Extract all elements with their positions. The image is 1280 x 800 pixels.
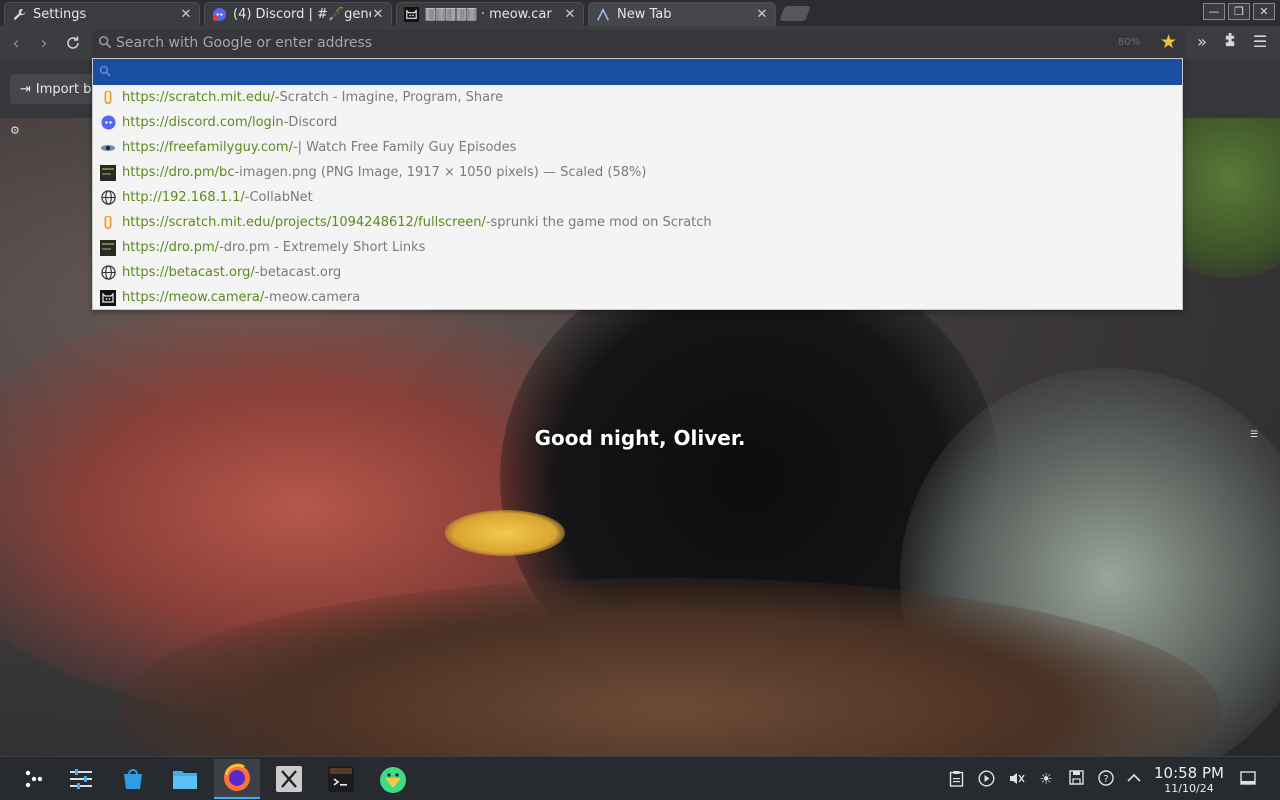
clock-date[interactable]: 11/10/24 <box>1152 782 1226 795</box>
tab-new-tab[interactable]: New Tab ✕ <box>588 2 776 26</box>
suggestion-row[interactable]: https://freefamilyguy.com/ - | Watch Fre… <box>93 135 1182 160</box>
tab-meow-camera[interactable]: 🀫🀫🀫🀫🀫 · meow.car ✕ <box>396 2 584 26</box>
minimize-icon[interactable]: — <box>1203 3 1225 20</box>
extensions-icon[interactable] <box>1220 32 1240 51</box>
terminal-icon[interactable] <box>318 759 364 799</box>
suggestion-row[interactable]: https://meow.camera/ - meow.camera <box>93 285 1182 310</box>
import-label: Import b <box>35 81 92 97</box>
app-launcher-icon[interactable] <box>10 759 56 799</box>
suggestion-url: https://betacast.org/ <box>122 265 255 280</box>
suggestion-row[interactable]: https://scratch.mit.edu/projects/1094248… <box>93 210 1182 235</box>
suggestion-url: https://scratch.mit.edu/projects/1094248… <box>122 215 486 230</box>
suggestion-url: https://scratch.mit.edu/ <box>122 90 275 105</box>
scratch-icon <box>100 215 116 231</box>
camera-menu-icon[interactable]: ☰ <box>1250 430 1258 440</box>
image-thumb-icon <box>100 239 116 256</box>
familyguy-icon <box>100 140 116 156</box>
overflow-chevron-icon[interactable]: » <box>1192 32 1212 51</box>
suggestion-url: https://dro.pm/ <box>122 240 220 255</box>
menu-icon[interactable]: ☰ <box>1250 32 1270 51</box>
photo-toy <box>445 510 565 556</box>
suggestion-title: betacast.org <box>259 265 342 280</box>
close-icon[interactable]: ✕ <box>755 7 769 22</box>
import-icon: ⇥ <box>20 81 31 97</box>
taskbar: ☀ ? 10:58 PM 11/10/24 <box>0 756 1280 800</box>
close-icon[interactable]: ✕ <box>371 7 385 22</box>
save-icon[interactable] <box>1066 770 1086 789</box>
search-icon <box>99 65 111 81</box>
meow-camera-icon <box>100 289 116 306</box>
back-icon[interactable]: ‹ <box>4 31 28 55</box>
close-icon[interactable]: ✕ <box>179 7 193 22</box>
scratch-icon <box>100 90 116 106</box>
brightness-icon[interactable]: ☀ <box>1036 770 1056 788</box>
discover-store-icon[interactable] <box>110 759 156 799</box>
new-tab-icon <box>595 7 611 23</box>
tray-expand-icon[interactable] <box>1124 770 1144 790</box>
android-app-icon[interactable] <box>370 759 416 799</box>
wrench-icon <box>11 7 27 23</box>
firefox-icon[interactable] <box>214 759 260 799</box>
clipboard-icon[interactable] <box>946 770 966 791</box>
search-icon <box>98 35 112 53</box>
page-message: Good night, Oliver. <box>534 426 746 450</box>
zoom-level[interactable]: 80% <box>1118 37 1140 48</box>
system-settings-icon[interactable] <box>58 759 104 799</box>
tab-discord[interactable]: (4) Discord | #🖋️gene ✕ <box>204 2 392 26</box>
tab-title: Settings <box>33 7 87 22</box>
suggestion-search-row[interactable] <box>93 59 1182 85</box>
suggestion-title: | Watch Free Family Guy Episodes <box>297 140 517 155</box>
new-tab-button[interactable] <box>779 6 811 21</box>
suggestion-title: CollabNet <box>249 190 313 205</box>
tab-title: New Tab <box>617 7 672 22</box>
volume-muted-icon[interactable] <box>1006 770 1026 791</box>
camera-settings-icon[interactable]: ⚙ <box>10 124 20 137</box>
show-desktop-icon[interactable] <box>1238 770 1258 790</box>
suggestion-url: https://dro.pm/bc <box>122 165 235 180</box>
media-player-icon[interactable] <box>976 770 996 791</box>
svg-text:?: ? <box>1103 774 1108 785</box>
suggestion-row[interactable]: https://dro.pm/bc - imagen.png (PNG Imag… <box>93 160 1182 185</box>
suggestion-title: dro.pm - Extremely Short Links <box>223 240 426 255</box>
address-input[interactable] <box>116 33 1096 53</box>
suggestion-row[interactable]: http://192.168.1.1/ - CollabNet <box>93 185 1182 210</box>
help-icon[interactable]: ? <box>1096 770 1116 790</box>
suggestion-url: https://meow.camera/ <box>122 290 265 305</box>
x-app-icon[interactable] <box>266 759 312 799</box>
file-manager-icon[interactable] <box>162 759 208 799</box>
suggestion-row[interactable]: https://dro.pm/ - dro.pm - Extremely Sho… <box>93 235 1182 260</box>
suggestion-title: imagen.png (PNG Image, 1917 × 1050 pixel… <box>239 165 647 180</box>
meow-camera-icon <box>403 7 419 23</box>
discord-icon <box>100 115 116 131</box>
close-icon[interactable]: ✕ <box>563 7 577 22</box>
bookmark-star-icon[interactable]: ★ <box>1160 31 1177 53</box>
navigation-toolbar: ‹ › <box>0 26 1280 60</box>
tab-title: (4) Discord | #🖋️gene <box>233 7 371 22</box>
tab-strip: Settings ✕ (4) Discord | #🖋️gene ✕ 🀫🀫🀫🀫🀫… <box>0 0 1280 26</box>
suggestion-title: meow.camera <box>268 290 361 305</box>
window-close-icon[interactable]: ✕ <box>1253 3 1275 20</box>
suggestion-url: https://freefamilyguy.com/ <box>122 140 293 155</box>
suggestion-row[interactable]: https://betacast.org/ - betacast.org <box>93 260 1182 285</box>
tab-settings[interactable]: Settings ✕ <box>4 2 200 26</box>
suggestion-url: http://192.168.1.1/ <box>122 190 245 205</box>
clock-time[interactable]: 10:58 PM <box>1152 764 1226 782</box>
reload-icon[interactable] <box>61 31 85 55</box>
address-suggestions: https://scratch.mit.edu/ - Scratch - Ima… <box>92 58 1183 310</box>
suggestion-title: sprunki the game mod on Scratch <box>490 215 712 230</box>
suggestion-row[interactable]: https://discord.com/login - Discord <box>93 110 1182 135</box>
suggestion-title: Discord <box>288 115 338 130</box>
image-thumb-icon <box>100 164 116 181</box>
tab-title: 🀫🀫🀫🀫🀫 · meow.car <box>425 7 552 22</box>
globe-icon <box>100 190 116 206</box>
address-bar[interactable] <box>92 30 1186 56</box>
forward-icon[interactable]: › <box>32 31 56 55</box>
suggestion-url: https://discord.com/login <box>122 115 284 130</box>
globe-icon <box>100 265 116 281</box>
discord-icon <box>211 7 227 23</box>
suggestion-row[interactable]: https://scratch.mit.edu/ - Scratch - Ima… <box>93 85 1182 110</box>
maximize-icon[interactable]: ❐ <box>1228 3 1250 20</box>
suggestion-title: Scratch - Imagine, Program, Share <box>279 90 504 105</box>
